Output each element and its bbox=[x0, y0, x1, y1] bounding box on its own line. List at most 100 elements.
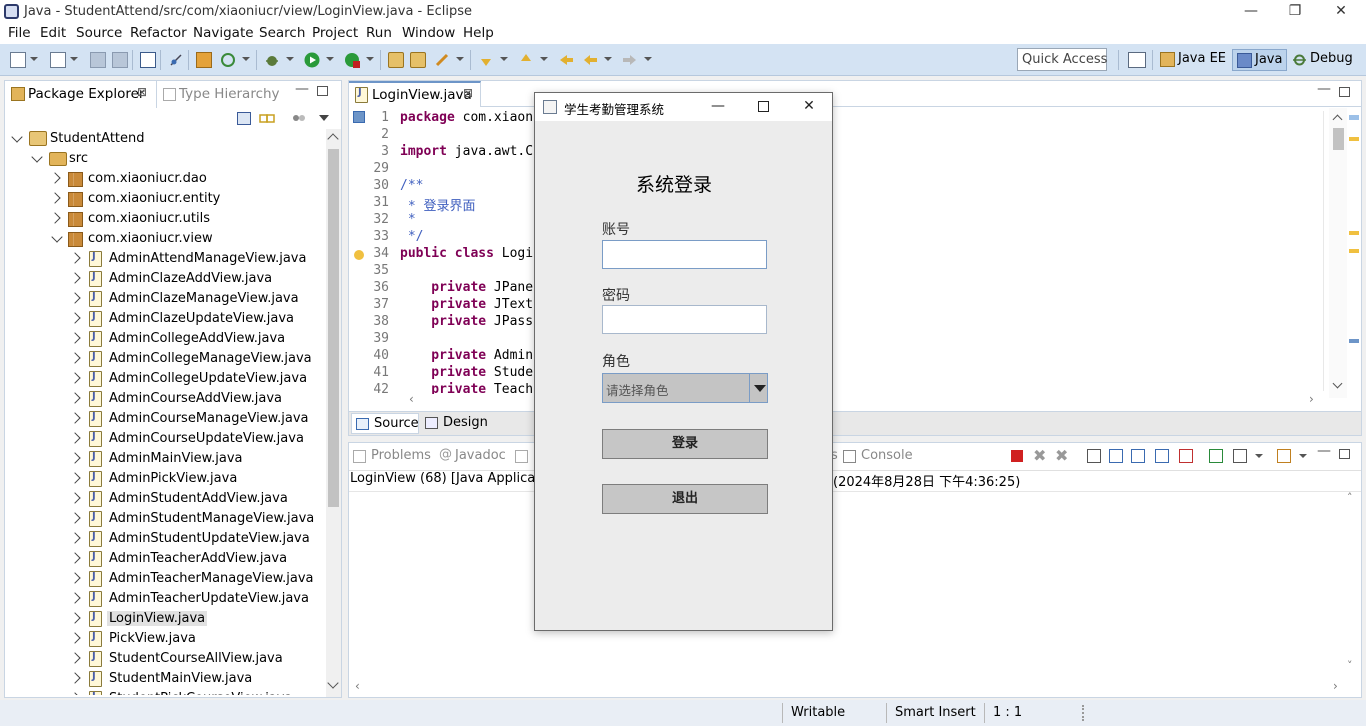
view-menu-icon[interactable] bbox=[319, 115, 329, 121]
tree-item-file[interactable]: StudentCourseAllView.java bbox=[5, 649, 325, 669]
open-perspective-icon[interactable] bbox=[1128, 52, 1146, 68]
terminate-icon[interactable] bbox=[1011, 450, 1023, 462]
chevron-down-icon[interactable] bbox=[754, 385, 766, 392]
new-java-icon[interactable] bbox=[50, 52, 66, 68]
open-folder-icon[interactable] bbox=[410, 52, 426, 68]
next-annotation-icon[interactable] bbox=[478, 52, 494, 68]
expand-toggle-icon[interactable] bbox=[69, 352, 81, 364]
chevron-down-icon[interactable] bbox=[242, 57, 250, 61]
scroll-left-icon[interactable]: ‹ bbox=[409, 392, 414, 406]
chevron-down-icon[interactable] bbox=[70, 57, 78, 61]
show-on-output-icon[interactable] bbox=[1155, 449, 1169, 463]
tree-item-file[interactable]: AdminCollegeAddView.java bbox=[5, 329, 325, 349]
link-editor-icon[interactable] bbox=[259, 112, 275, 125]
overview-ruler-marker[interactable] bbox=[1349, 339, 1359, 343]
expand-toggle-icon[interactable] bbox=[69, 572, 81, 584]
expand-toggle-icon[interactable] bbox=[49, 172, 61, 184]
tab-design[interactable]: Design bbox=[421, 413, 488, 434]
tree-item-file[interactable]: AdminStudentUpdateView.java bbox=[5, 529, 325, 549]
declaration-icon[interactable] bbox=[515, 450, 528, 463]
scrollbar-thumb[interactable] bbox=[1333, 128, 1344, 150]
expand-toggle-icon[interactable] bbox=[69, 672, 81, 684]
scroll-up-icon[interactable] bbox=[327, 133, 339, 145]
scroll-right-icon[interactable]: › bbox=[1333, 679, 1338, 693]
scroll-up-icon[interactable] bbox=[1332, 114, 1343, 125]
minimize-view-icon[interactable]: — bbox=[1317, 81, 1331, 97]
perspective-debug[interactable]: Debug bbox=[1288, 49, 1357, 71]
expand-toggle-icon[interactable] bbox=[69, 292, 81, 304]
tree-item-src[interactable]: src bbox=[5, 149, 325, 169]
expand-toggle-icon[interactable] bbox=[69, 392, 81, 404]
debug-icon[interactable] bbox=[264, 52, 280, 68]
chevron-down-icon[interactable] bbox=[604, 57, 612, 61]
pencil-icon[interactable] bbox=[434, 52, 450, 68]
tab-javadoc[interactable]: @ Javadoc bbox=[439, 447, 519, 467]
expand-toggle-icon[interactable] bbox=[69, 452, 81, 464]
tab-problems[interactable]: Problems bbox=[353, 447, 433, 467]
filters-icon[interactable] bbox=[291, 112, 307, 125]
word-wrap-icon[interactable] bbox=[1131, 449, 1145, 463]
tree-item-file[interactable]: AdminCourseAddView.java bbox=[5, 389, 325, 409]
expand-toggle-icon[interactable] bbox=[69, 432, 81, 444]
perspective-java[interactable]: Java bbox=[1232, 49, 1288, 71]
menu-help[interactable]: Help bbox=[463, 25, 494, 41]
console-vscrollbar[interactable]: ˄ ˅ bbox=[1343, 491, 1359, 672]
tree-item-file[interactable]: AdminCollegeUpdateView.java bbox=[5, 369, 325, 389]
chevron-down-icon[interactable] bbox=[540, 57, 548, 61]
open-type-icon[interactable] bbox=[388, 52, 404, 68]
console-icon[interactable] bbox=[140, 52, 156, 68]
tree-item-file[interactable]: StudentPickCourseView.java bbox=[5, 689, 325, 695]
maximize-view-icon[interactable] bbox=[1339, 449, 1350, 459]
scroll-down-icon[interactable] bbox=[327, 677, 339, 689]
menu-window[interactable]: Window bbox=[402, 25, 455, 41]
overview-ruler-marker[interactable] bbox=[1349, 115, 1359, 120]
menu-edit[interactable]: Edit bbox=[40, 25, 66, 41]
tree-item-file[interactable]: PickView.java bbox=[5, 629, 325, 649]
display-console-icon[interactable] bbox=[1233, 449, 1247, 463]
expand-toggle-icon[interactable] bbox=[69, 272, 81, 284]
open-console-icon[interactable] bbox=[1277, 449, 1291, 463]
menu-source[interactable]: Source bbox=[76, 25, 122, 41]
minimize-view-icon[interactable]: — bbox=[295, 81, 309, 97]
chevron-down-icon[interactable] bbox=[326, 57, 334, 61]
chevron-down-icon[interactable] bbox=[366, 57, 374, 61]
scroll-left-icon[interactable]: ‹ bbox=[355, 679, 360, 693]
minimize-view-icon[interactable]: — bbox=[1317, 443, 1331, 459]
expand-toggle-icon[interactable] bbox=[69, 552, 81, 564]
expand-toggle-icon[interactable] bbox=[49, 212, 61, 224]
expand-toggle-icon[interactable] bbox=[69, 632, 81, 644]
tab-source[interactable]: Source bbox=[351, 413, 419, 434]
tree-item-file[interactable]: AdminTeacherManageView.java bbox=[5, 569, 325, 589]
last-edit-icon[interactable] bbox=[558, 52, 574, 68]
tree-item-file[interactable]: AdminClazeManageView.java bbox=[5, 289, 325, 309]
tree-item-file[interactable]: StudentMainView.java bbox=[5, 669, 325, 689]
menu-refactor[interactable]: Refactor bbox=[130, 25, 187, 41]
coverage-icon[interactable] bbox=[344, 52, 360, 68]
scroll-down-icon[interactable]: ˅ bbox=[1347, 659, 1353, 672]
show-on-error-icon[interactable] bbox=[1179, 449, 1193, 463]
new-icon[interactable] bbox=[10, 52, 26, 68]
minimize-button[interactable]: — bbox=[1228, 0, 1274, 24]
tree-item-file[interactable]: AdminMainView.java bbox=[5, 449, 325, 469]
chevron-down-icon[interactable] bbox=[644, 57, 652, 61]
chevron-down-icon[interactable] bbox=[1299, 454, 1307, 458]
tree-item-file[interactable]: LoginView.java bbox=[5, 609, 325, 629]
tree-item-file[interactable]: AdminCollegeManageView.java bbox=[5, 349, 325, 369]
expand-toggle-icon[interactable] bbox=[69, 512, 81, 524]
tree-item-package-dao[interactable]: com.xiaoniucr.dao bbox=[5, 169, 325, 189]
exit-button[interactable]: 退出 bbox=[602, 484, 768, 514]
overview-ruler-marker[interactable] bbox=[1349, 249, 1359, 253]
tree-item-file[interactable]: AdminCourseUpdateView.java bbox=[5, 429, 325, 449]
scroll-up-icon[interactable]: ˄ bbox=[1347, 491, 1353, 504]
expand-toggle-icon[interactable] bbox=[69, 372, 81, 384]
tree-item-file[interactable]: AdminTeacherAddView.java bbox=[5, 549, 325, 569]
close-window-button[interactable]: ✕ bbox=[1318, 0, 1364, 24]
skip-breakpoints-icon[interactable] bbox=[168, 52, 184, 68]
pin-console-icon[interactable] bbox=[1209, 449, 1223, 463]
remove-launch-icon[interactable]: ✖ bbox=[1033, 446, 1046, 465]
remove-all-icon[interactable]: ✖ bbox=[1055, 446, 1068, 465]
menu-file[interactable]: File bbox=[8, 25, 31, 41]
close-tab-icon[interactable]: ⊠ bbox=[137, 85, 147, 99]
expand-toggle-icon[interactable] bbox=[69, 532, 81, 544]
menu-search[interactable]: Search bbox=[259, 25, 305, 41]
